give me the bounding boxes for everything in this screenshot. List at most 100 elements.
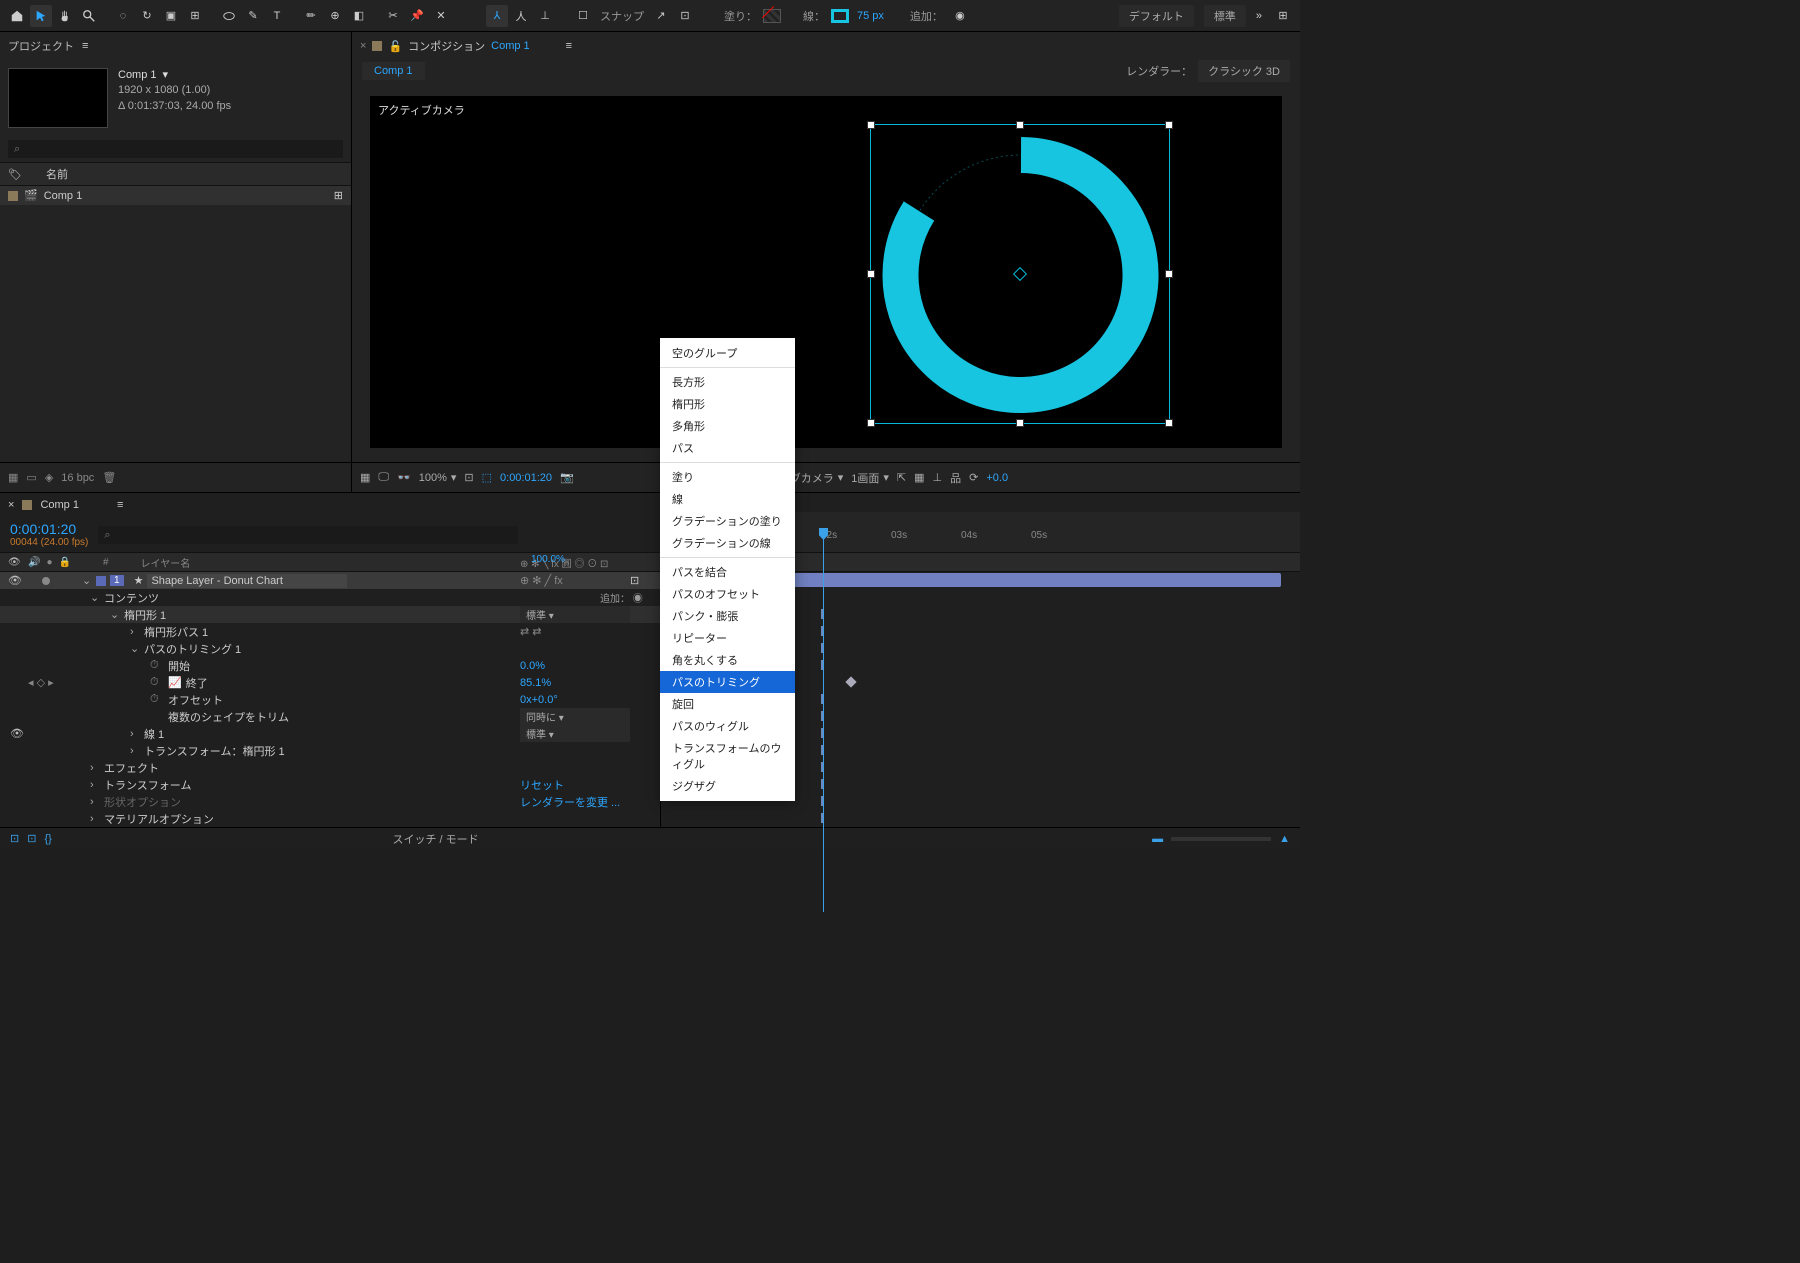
ctx-item[interactable]: パンク・膨張 bbox=[660, 605, 795, 627]
fill-swatch[interactable] bbox=[763, 9, 781, 23]
ctx-item[interactable]: リピーター bbox=[660, 627, 795, 649]
comp-tab-name[interactable]: Comp 1 bbox=[491, 40, 530, 52]
selection-bbox[interactable] bbox=[870, 124, 1170, 424]
keyframe-nav[interactable]: ◂ ◇ ▸ bbox=[28, 676, 54, 689]
vf-icon10[interactable]: ⟳ bbox=[969, 471, 978, 484]
clone-tool[interactable]: ⊕ bbox=[324, 5, 346, 27]
change-renderer-link[interactable]: レンダラーを変更 ... bbox=[520, 794, 620, 810]
footer-icon3[interactable]: ◈ bbox=[45, 471, 53, 484]
zoom-out-icon[interactable]: ▬ bbox=[1152, 833, 1163, 845]
flowchart-icon[interactable]: ⊞ bbox=[334, 189, 343, 202]
transform-row[interactable]: › トランスフォーム リセット bbox=[0, 776, 660, 793]
end-prop-row[interactable]: ◂ ◇ ▸ ⏱ 📈 終了 85.1% ⊚ bbox=[0, 674, 660, 691]
stroke-mode-select[interactable]: 標準 ▾ bbox=[520, 725, 630, 742]
ctx-item[interactable]: 線 bbox=[660, 488, 795, 510]
material-options-row[interactable]: › マテリアルオプション bbox=[0, 810, 660, 827]
view-layout-dropdown[interactable]: 1画面 ▾ bbox=[851, 470, 889, 486]
ctx-item[interactable]: パスのオフセット bbox=[660, 583, 795, 605]
axis-local-icon[interactable]: ⅄ bbox=[486, 5, 508, 27]
comp-dropdown-icon[interactable]: ▾ bbox=[163, 68, 169, 83]
exposure-value[interactable]: +0.0 bbox=[986, 472, 1008, 484]
ellipse-path-row[interactable]: › 楕円形パス 1 ⇄ ⇄ bbox=[0, 623, 660, 640]
puppet-tool[interactable]: 📌 bbox=[406, 5, 428, 27]
axis-view-icon[interactable]: ⊥ bbox=[534, 5, 556, 27]
home-icon[interactable] bbox=[6, 5, 28, 27]
bpc-toggle[interactable]: 16 bpc bbox=[61, 472, 94, 484]
ctx-item[interactable]: 角を丸くする bbox=[660, 649, 795, 671]
stroke-width[interactable]: 75 px bbox=[857, 10, 884, 22]
renderer-select[interactable]: クラシック 3D bbox=[1198, 60, 1290, 82]
workspace-standard[interactable]: 標準 bbox=[1204, 5, 1246, 27]
timeline-search-input[interactable] bbox=[98, 526, 518, 544]
trim-multi-select[interactable]: 同時に ▾ bbox=[520, 708, 630, 725]
overflow-icon[interactable]: » bbox=[1256, 10, 1262, 22]
ctx-item[interactable]: ジグザグ bbox=[660, 775, 795, 797]
pen-tool[interactable]: ✎ bbox=[242, 5, 264, 27]
zoom-dropdown[interactable]: 100% ▾ bbox=[419, 471, 457, 484]
vf-icon2[interactable]: 🖵 bbox=[378, 471, 389, 484]
ellipse-group-row[interactable]: ⌄ 楕円形 1 標準 ▾ bbox=[0, 606, 660, 623]
tl-footer-icon2[interactable]: ⊡ bbox=[27, 832, 36, 845]
vf-icon4[interactable]: ⊡ bbox=[464, 471, 473, 484]
comp-thumbnail[interactable] bbox=[8, 68, 108, 128]
tl-footer-icon3[interactable]: {} bbox=[44, 833, 51, 845]
footer-icon1[interactable]: ▦ bbox=[8, 471, 18, 484]
selection-tool[interactable] bbox=[30, 5, 52, 27]
trim-multi-row[interactable]: 複数のシェイプをトリム 同時に ▾ ⊚ bbox=[0, 708, 660, 725]
composition-viewport[interactable]: アクティブカメラ bbox=[360, 86, 1292, 458]
transform-reset-link[interactable]: リセット bbox=[520, 777, 564, 793]
playhead[interactable] bbox=[823, 528, 824, 912]
axis-world-icon[interactable]: 人 bbox=[510, 5, 532, 27]
start-prop-row[interactable]: ⏱ 開始 0.0% bbox=[0, 657, 660, 674]
timeline-tab[interactable]: Comp 1 bbox=[40, 499, 79, 511]
project-search-input[interactable] bbox=[8, 140, 343, 158]
tl-footer-icon1[interactable]: ⊡ bbox=[10, 832, 19, 845]
ctx-item[interactable]: パスのウィグル bbox=[660, 715, 795, 737]
keyframe-end[interactable] bbox=[845, 676, 856, 687]
offset-prop-row[interactable]: ⏱ オフセット 0x+0.0° ⊚ bbox=[0, 691, 660, 708]
settings-icon[interactable]: ⊞ bbox=[1272, 5, 1294, 27]
orbit-tool[interactable]: ◌ bbox=[112, 5, 134, 27]
stopwatch-icon[interactable]: ⏱ bbox=[150, 659, 164, 672]
timeline-zoom-slider[interactable] bbox=[1171, 837, 1271, 841]
col-audio-icon[interactable]: 🔊 bbox=[28, 557, 40, 568]
ctx-item[interactable]: 旋回 bbox=[660, 693, 795, 715]
ctx-item[interactable]: 多角形 bbox=[660, 415, 795, 437]
layer-solo-icon[interactable] bbox=[42, 577, 50, 585]
col-lock-icon[interactable]: 🔒 bbox=[59, 557, 71, 568]
tl-close-icon[interactable]: × bbox=[8, 499, 14, 511]
footer-icon2[interactable]: ▭ bbox=[26, 471, 36, 484]
snap-checkbox[interactable]: ☐ bbox=[572, 5, 594, 27]
current-timecode[interactable]: 0:00:01:20 bbox=[10, 521, 88, 537]
tag-icon[interactable]: 🏷 bbox=[8, 168, 22, 181]
trash-icon[interactable]: 🗑 bbox=[102, 471, 116, 484]
pin-tool[interactable]: ✕ bbox=[430, 5, 452, 27]
panel-menu-icon[interactable]: ≡ bbox=[82, 40, 88, 52]
vf-icon7[interactable]: ▦ bbox=[914, 471, 924, 484]
comp-panel-menu-icon[interactable]: ≡ bbox=[566, 40, 572, 52]
vf-icon1[interactable]: ▦ bbox=[360, 471, 370, 484]
effects-row[interactable]: › エフェクト bbox=[0, 759, 660, 776]
stopwatch-active-icon[interactable]: ⏱ bbox=[150, 676, 164, 689]
vf-icon9[interactable]: 品 bbox=[950, 470, 961, 486]
type-tool[interactable]: T bbox=[266, 5, 288, 27]
snapshot-icon[interactable]: 📷 bbox=[560, 471, 574, 484]
ctx-item[interactable]: 塗り bbox=[660, 466, 795, 488]
vf-icon8[interactable]: ⊥ bbox=[933, 471, 943, 484]
graph-icon[interactable]: 📈 bbox=[168, 676, 182, 689]
layer-name-input[interactable] bbox=[147, 574, 347, 588]
zoom-tool[interactable] bbox=[78, 5, 100, 27]
twirl-icon[interactable]: ⌄ bbox=[90, 591, 100, 604]
vf-icon5[interactable]: ⬚ bbox=[482, 471, 492, 484]
blend-mode-select[interactable]: 標準 ▾ bbox=[520, 606, 630, 623]
switches-modes-toggle[interactable]: スイッチ / モード bbox=[393, 831, 479, 847]
trim-paths-row[interactable]: ⌄ パスのトリミング 1 bbox=[0, 640, 660, 657]
ctx-item[interactable]: グラデーションの線 bbox=[660, 532, 795, 554]
vf-icon3[interactable]: 👓 bbox=[397, 471, 411, 484]
close-tab-icon[interactable]: × bbox=[360, 40, 366, 52]
layer-visibility-icon[interactable]: 👁 bbox=[8, 574, 22, 587]
col-visibility-icon[interactable]: 👁 bbox=[8, 557, 22, 568]
stroke-visibility-icon[interactable]: 👁 bbox=[10, 727, 24, 740]
layer-twirl-icon[interactable]: ⌄ bbox=[82, 574, 92, 587]
ctx-item[interactable]: 楕円形 bbox=[660, 393, 795, 415]
